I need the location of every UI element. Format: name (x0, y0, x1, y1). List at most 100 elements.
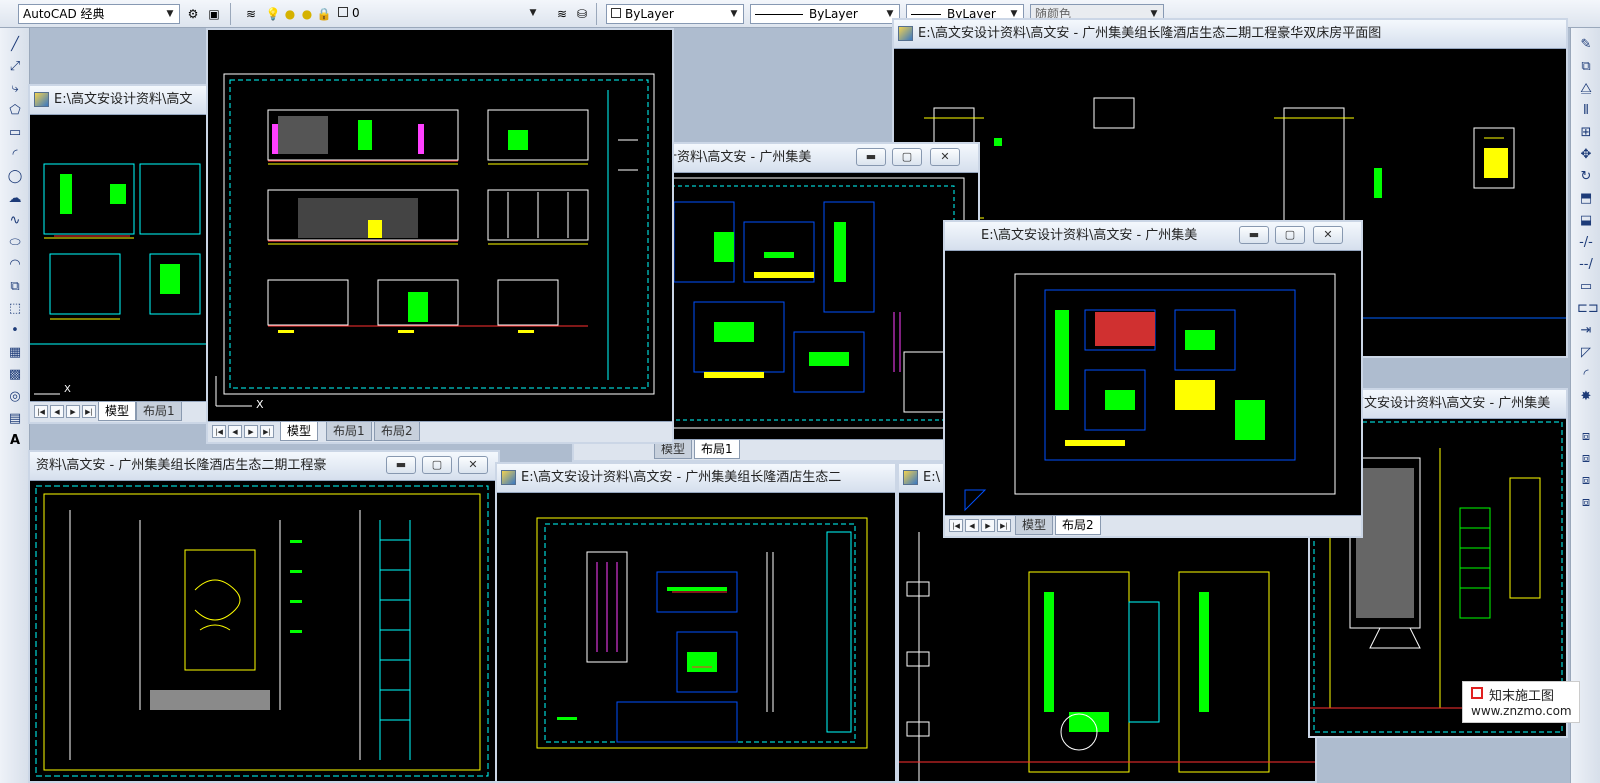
tab-model[interactable]: 模型 (1015, 516, 1054, 535)
close-button[interactable]: ✕ (1313, 226, 1343, 244)
table-icon[interactable]: ▤ (6, 410, 24, 428)
erase-icon[interactable]: ✎ (1577, 36, 1595, 54)
linetype-select[interactable]: ByLayer ▼ (750, 4, 900, 24)
workspace-icon[interactable]: ▣ (205, 5, 223, 23)
join-icon[interactable]: ⇥ (1577, 322, 1595, 340)
polygon-icon[interactable]: ⬠ (6, 102, 24, 120)
scale-icon[interactable]: ⬒ (1577, 190, 1595, 208)
tab-model[interactable]: 模型 (98, 402, 137, 421)
prev-tab-icon[interactable]: ◀ (228, 425, 242, 438)
draw-order-icon[interactable]: ⧈ (1577, 428, 1595, 446)
minimize-button[interactable]: ▬ (856, 148, 886, 166)
polyline-icon[interactable]: ⤷ (6, 80, 24, 98)
first-tab-icon[interactable]: |◀ (212, 425, 226, 438)
extend-icon[interactable]: --/ (1577, 256, 1595, 274)
last-tab-icon[interactable]: ▶| (997, 519, 1011, 532)
multiline-text-icon[interactable]: A (6, 432, 24, 450)
offset-icon[interactable]: ⫴ (1577, 102, 1595, 120)
window-titlebar[interactable]: 资料\高文安 - 广州集美组长隆酒店生态二期工程豪 ▬ ▢ ✕ (30, 452, 498, 481)
draw-order-back-icon[interactable]: ⧈ (1577, 472, 1595, 490)
explode-icon[interactable]: ✸ (1577, 388, 1595, 406)
array-icon[interactable]: ⊞ (1577, 124, 1595, 142)
make-block-icon[interactable]: ⬚ (6, 300, 24, 318)
hatch-icon[interactable]: ▦ (6, 344, 24, 362)
break-icon[interactable]: ⊏⊐ (1577, 300, 1599, 318)
lightbulb-icon[interactable]: 💡 (264, 5, 282, 23)
window-titlebar[interactable]: E:\高文安设计资料\高文安 - 广州集美组长隆酒店生态二期工程豪华双床房平面图 (894, 20, 1566, 49)
copy-icon[interactable]: ⧉ (1577, 58, 1595, 76)
next-tab-icon[interactable]: ▶ (981, 519, 995, 532)
gear-icon[interactable]: ⚙ (184, 5, 202, 23)
layer-manager-icon[interactable]: ≋ (242, 5, 260, 23)
ellipse-arc-icon[interactable]: ◠ (6, 256, 24, 274)
window-title: E:\高文安设计资料\高文安 - 广州集美 (1334, 396, 1551, 411)
drawing-canvas[interactable] (945, 250, 1361, 516)
draw-order-front-icon[interactable]: ⧈ (1577, 450, 1595, 468)
layer-previous-icon[interactable]: ⛁ (573, 5, 591, 23)
drawing-canvas[interactable] (497, 492, 895, 781)
sun-lock-icon[interactable]: ● (298, 5, 316, 23)
maximize-button[interactable]: ▢ (422, 456, 452, 474)
maximize-button[interactable]: ▢ (1275, 226, 1305, 244)
first-tab-icon[interactable]: |◀ (34, 405, 48, 418)
lock-icon[interactable]: 🔒 (315, 5, 333, 23)
tab-layout2[interactable]: 布局2 (374, 422, 420, 441)
revision-cloud-icon[interactable]: ☁ (6, 190, 24, 208)
fillet-icon[interactable]: ◜ (1577, 366, 1595, 384)
color-select[interactable]: ByLayer ▼ (606, 4, 744, 24)
line-icon[interactable]: ╱ (6, 36, 24, 54)
rotate-icon[interactable]: ↻ (1577, 168, 1595, 186)
make-current-layer-icon[interactable]: ≋ (553, 5, 571, 23)
layer-select[interactable]: 0 ▼ (334, 4, 542, 24)
sun-icon[interactable]: ● (281, 5, 299, 23)
spline-icon[interactable]: ∿ (6, 212, 24, 230)
construction-line-icon[interactable]: ⤢ (6, 58, 24, 76)
tab-layout1[interactable]: 布局1 (136, 402, 182, 421)
drawing-window[interactable]: X |◀ ◀ ▶ ▶| 模型 布局1 布局2 (206, 28, 674, 444)
close-button[interactable]: ✕ (930, 148, 960, 166)
close-button[interactable]: ✕ (458, 456, 488, 474)
minimize-button[interactable]: ▬ (1239, 226, 1269, 244)
draw-order-above-icon[interactable]: ⧈ (1577, 494, 1595, 512)
prev-tab-icon[interactable]: ◀ (965, 519, 979, 532)
workspace-select[interactable]: AutoCAD 经典 ▼ (18, 4, 180, 24)
trim-icon[interactable]: -/- (1577, 234, 1595, 252)
first-tab-icon[interactable]: |◀ (949, 519, 963, 532)
gradient-icon[interactable]: ▩ (6, 366, 24, 384)
drawing-canvas[interactable]: X (30, 114, 226, 402)
window-titlebar[interactable]: E:\高文安设计资料\高文安 - 广州集美组长隆酒店生态二 (497, 464, 895, 493)
region-icon[interactable]: ◎ (6, 388, 24, 406)
last-tab-icon[interactable]: ▶| (260, 425, 274, 438)
point-icon[interactable]: • (6, 322, 24, 340)
logo-icon (1471, 687, 1483, 699)
drawing-window[interactable]: E:\高文安设计资料\高文安 - 广州集美组长隆酒店生态二 (495, 462, 897, 783)
next-tab-icon[interactable]: ▶ (244, 425, 258, 438)
minimize-button[interactable]: ▬ (386, 456, 416, 474)
move-icon[interactable]: ✥ (1577, 146, 1595, 164)
drawing-window[interactable]: E:\高文安设计资料\高文 X |◀ ◀ ▶ ▶| 模型 布局1 (28, 84, 228, 424)
chamfer-icon[interactable]: ◸ (1577, 344, 1595, 362)
ellipse-icon[interactable]: ⬭ (6, 234, 24, 252)
arc-icon[interactable]: ◜ (6, 146, 24, 164)
tab-model[interactable]: 模型 (280, 422, 319, 441)
tab-layout1[interactable]: 布局1 (694, 440, 740, 459)
watermark-brand: 知末施工图 (1489, 689, 1555, 704)
drawing-canvas[interactable]: X (208, 30, 672, 422)
drawing-canvas[interactable] (30, 480, 498, 781)
next-tab-icon[interactable]: ▶ (66, 405, 80, 418)
drawing-window[interactable]: 资料\高文安 - 广州集美组长隆酒店生态二期工程豪 ▬ ▢ ✕ (28, 450, 500, 783)
circle-icon[interactable]: ◯ (6, 168, 24, 186)
mirror-icon[interactable]: ⧋ (1577, 80, 1595, 98)
rectangle-icon[interactable]: ▭ (6, 124, 24, 142)
tab-layout1[interactable]: 布局1 (326, 422, 372, 441)
prev-tab-icon[interactable]: ◀ (50, 405, 64, 418)
maximize-button[interactable]: ▢ (892, 148, 922, 166)
insert-block-icon[interactable]: ⧉ (6, 278, 24, 296)
window-titlebar[interactable]: E:\高文安设计资料\高文 (30, 86, 226, 115)
stretch-icon[interactable]: ⬓ (1577, 212, 1595, 230)
window-titlebar[interactable]: E:\高文安设计资料\高文安 - 广州集美 ▬ ▢ ✕ (945, 222, 1361, 251)
last-tab-icon[interactable]: ▶| (82, 405, 96, 418)
drawing-window[interactable]: E:\高文安设计资料\高文安 - 广州集美 ▬ ▢ ✕ |◀ ◀ ▶ ▶| 模型… (943, 220, 1363, 538)
tab-layout2[interactable]: 布局2 (1055, 516, 1101, 535)
break-at-point-icon[interactable]: ▭ (1577, 278, 1595, 296)
